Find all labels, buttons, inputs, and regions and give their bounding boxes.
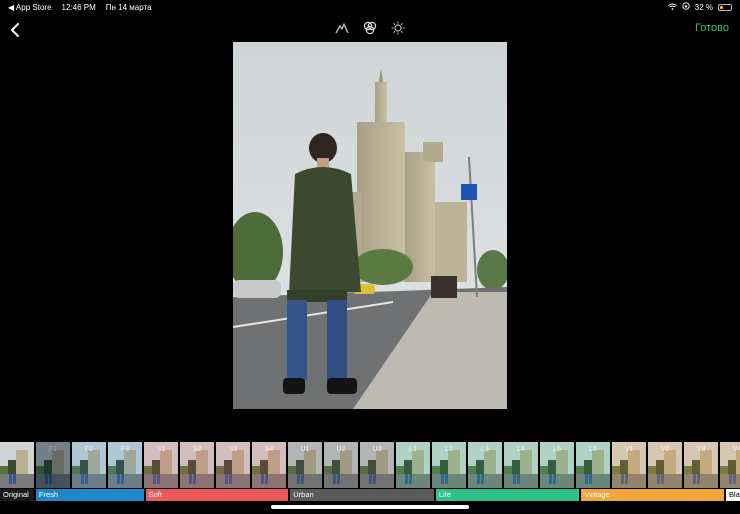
filter-thumbnail[interactable]: V1	[612, 442, 646, 488]
back-to-app-store-link[interactable]: ◀ App Store	[8, 3, 52, 12]
photo-preview[interactable]	[233, 42, 507, 409]
filter-thumbnail[interactable]: L2	[432, 442, 466, 488]
filter-thumbnail-label: S1	[156, 446, 166, 453]
filter-category-soft[interactable]: Soft	[145, 489, 289, 501]
filter-thumbnail-label: L1	[409, 446, 417, 453]
filter-thumbnail-label: U2	[336, 446, 346, 453]
status-left: ◀ App Store 12:46 PM Пн 14 марта	[8, 3, 152, 12]
filter-category-life[interactable]: Life	[435, 489, 580, 501]
photo-editor-screen: ◀ App Store 12:46 PM Пн 14 марта 32 % Го…	[0, 0, 740, 514]
filter-thumbnail[interactable]: U2	[324, 442, 358, 488]
filter-thumbnail[interactable]: F2	[72, 442, 106, 488]
filter-category-bla[interactable]: Bla	[726, 489, 740, 501]
filter-thumbnail[interactable]: L6	[576, 442, 610, 488]
street-photo-image	[233, 42, 507, 409]
filter-thumbnail-label: L3	[481, 446, 489, 453]
filter-thumbnail-label: F2	[84, 446, 94, 453]
filter-thumbnail[interactable]: L3	[468, 442, 502, 488]
filter-thumbnail-label: F3	[120, 446, 130, 453]
filter-thumbnail-label: V3	[696, 446, 706, 453]
done-button[interactable]: Готово	[695, 22, 729, 34]
filter-category-bar: Original Fresh Soft Urban Life Vintage Bla	[0, 489, 740, 501]
filter-thumbnail[interactable]: S2	[180, 442, 214, 488]
filter-thumbnail-label: V2	[660, 446, 670, 453]
status-bar: ◀ App Store 12:46 PM Пн 14 марта 32 %	[0, 0, 740, 14]
filter-thumbnail[interactable]: V4	[720, 442, 740, 488]
filter-thumbnail-label: S3	[228, 446, 238, 453]
filter-thumbnail[interactable]: S1	[144, 442, 178, 488]
filter-thumbnail[interactable]: V3	[684, 442, 718, 488]
battery-percent: 32 %	[694, 2, 713, 12]
filter-thumbnail[interactable]: S3	[216, 442, 250, 488]
filter-thumbnail-strip: F1 F2 F3 S1 S2 S3 S4 U1 U2 U3 L1 L2 L3 L4 L5 L6 V1 V2 V3 V4	[0, 442, 740, 488]
rotation-lock-icon	[682, 2, 690, 12]
filters-icon[interactable]	[362, 20, 378, 36]
edit-tools	[334, 20, 406, 36]
filter-thumbnail[interactable]: U3	[360, 442, 394, 488]
back-button[interactable]	[6, 20, 24, 40]
filter-thumbnail[interactable]: V2	[648, 442, 682, 488]
filter-category-fresh[interactable]: Fresh	[35, 489, 144, 501]
brightness-icon[interactable]	[390, 20, 406, 36]
status-right: 32 %	[667, 2, 732, 12]
home-indicator	[271, 505, 469, 509]
filter-thumbnail[interactable]: L5	[540, 442, 574, 488]
filter-thumbnail-label: L6	[589, 446, 597, 453]
filter-thumbnail-label: L5	[553, 446, 561, 453]
filter-category-urban[interactable]: Urban	[290, 489, 434, 501]
filter-thumbnail-label: U1	[300, 446, 310, 453]
wifi-icon	[667, 2, 677, 12]
filter-thumbnail-label: F1	[48, 446, 58, 453]
filter-thumbnail-label: S4	[264, 446, 274, 453]
filter-thumbnail[interactable]	[0, 442, 34, 488]
filter-thumbnail[interactable]: U1	[288, 442, 322, 488]
filter-thumbnail-label: L4	[517, 446, 525, 453]
filter-thumbnail-label: U3	[372, 446, 382, 453]
battery-fill	[720, 5, 724, 9]
status-date: Пн 14 марта	[105, 2, 152, 12]
filter-category-original[interactable]: Original	[0, 489, 34, 501]
filter-thumbnail-label: L2	[445, 446, 453, 453]
filter-category-vintage[interactable]: Vintage	[581, 489, 725, 501]
filter-thumbnail-label: V4	[732, 446, 740, 453]
battery-icon	[718, 3, 732, 11]
filter-preview-image	[0, 442, 34, 488]
filter-thumbnail[interactable]: L1	[396, 442, 430, 488]
filter-preview-image	[36, 442, 70, 488]
filter-thumbnail[interactable]: L4	[504, 442, 538, 488]
filter-thumbnail-label: S2	[192, 446, 202, 453]
status-time: 12:46 PM	[61, 2, 96, 12]
filter-thumbnail[interactable]: F1	[36, 442, 70, 488]
adjust-icon[interactable]	[334, 20, 350, 36]
chevron-left-icon	[11, 23, 19, 37]
filter-thumbnail-label: V1	[624, 446, 634, 453]
filter-thumbnail[interactable]: S4	[252, 442, 286, 488]
filter-thumbnail[interactable]: F3	[108, 442, 142, 488]
